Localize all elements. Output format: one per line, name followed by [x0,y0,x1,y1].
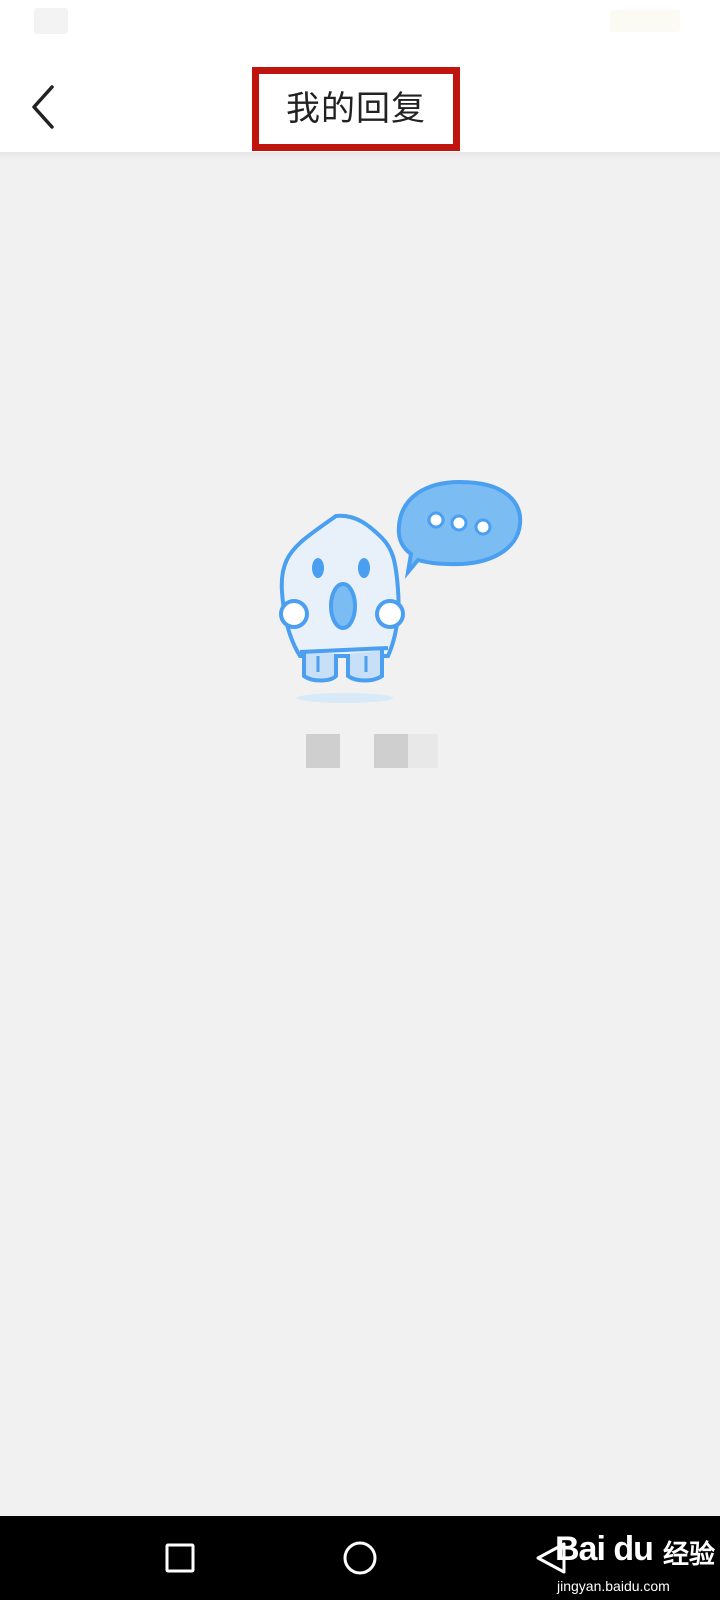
watermark-brand: Bai du [555,1530,654,1568]
header-shadow [0,152,720,160]
back-button[interactable] [20,79,70,135]
watermark-product: 经验 [663,1540,716,1570]
home-button[interactable] [336,1534,384,1582]
empty-state-illustration [279,480,523,703]
blurred-char [408,734,438,768]
page-title: 我的回复 [286,89,426,129]
speech-bubble-icon [396,480,523,579]
chevron-left-icon [32,85,54,129]
status-left-blurred [34,8,68,34]
status-right-blurred [610,10,680,32]
top-app-bar: 我的回复 [0,46,720,152]
blurred-char [306,734,340,768]
baidu-jingyan-watermark: Bai du 经验 jingyan.baidu.com [555,1520,720,1600]
status-bar [0,0,720,46]
recent-apps-button[interactable] [156,1534,204,1582]
watermark-domain: jingyan.baidu.com [557,1578,670,1594]
square-icon [165,1543,195,1573]
empty-state-message-blurred [300,734,440,770]
ghost-mascot-icon [279,513,405,683]
circle-icon [343,1541,377,1575]
mascot-shadow [297,693,393,703]
blurred-char [374,734,408,768]
